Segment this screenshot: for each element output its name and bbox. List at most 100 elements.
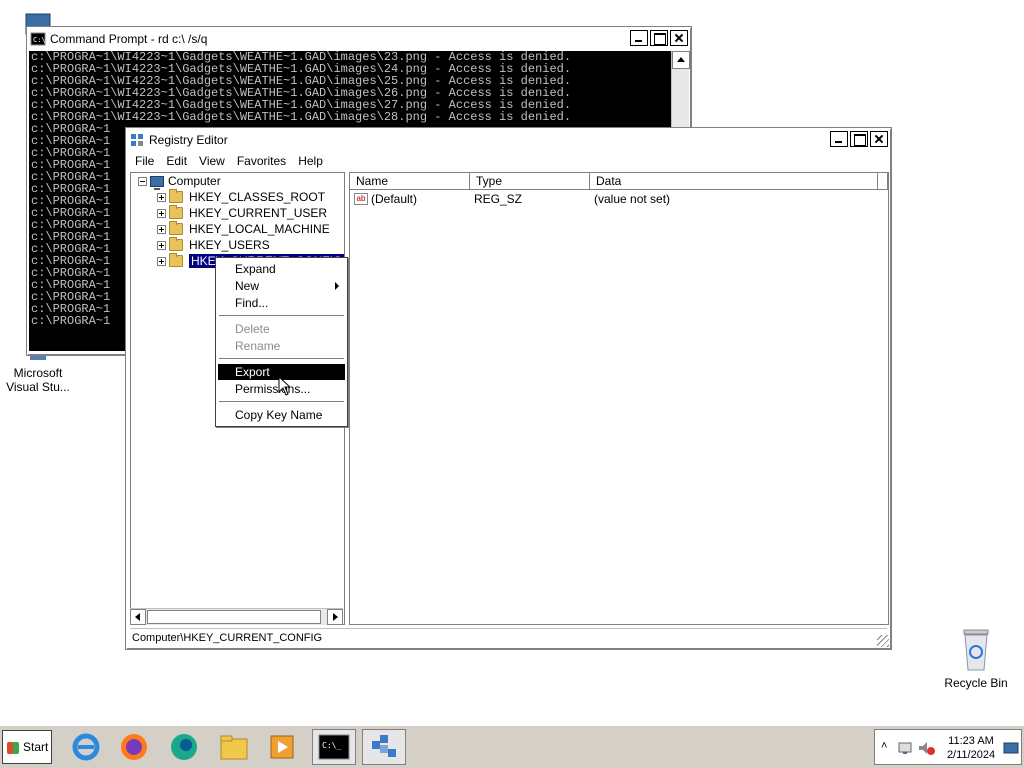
show-hidden-icons-icon[interactable]: ˄ xyxy=(881,740,887,752)
close-button[interactable] xyxy=(670,30,688,46)
desktop-icon-label: Microsoft Visual Stu... xyxy=(6,366,70,394)
system-tray: ˄ 11:23 AM 2/11/2024 xyxy=(874,729,1022,765)
maximize-button[interactable] xyxy=(850,131,868,147)
cmd-titlebar[interactable]: C:\ Command Prompt - rd c:\ /s/q xyxy=(30,30,688,48)
string-value-icon: ab xyxy=(354,193,368,205)
menu-bar: File Edit View Favorites Help xyxy=(129,151,888,171)
start-button[interactable]: Start xyxy=(2,730,52,764)
windows-logo-icon xyxy=(7,742,19,754)
menu-separator xyxy=(219,315,344,317)
context-menu: Expand New Find... Delete Rename Export … xyxy=(215,257,348,427)
menu-file[interactable]: File xyxy=(129,154,160,168)
tree-item-computer[interactable]: Computer xyxy=(138,173,221,190)
column-header-type[interactable]: Type xyxy=(470,173,590,190)
tree-item-hkey-current-user[interactable]: HKEY_CURRENT_USER xyxy=(157,205,327,221)
desktop-icon-label: Recycle Bin xyxy=(944,676,1008,690)
submenu-arrow-icon xyxy=(335,282,339,290)
scroll-up-arrow-icon[interactable] xyxy=(672,51,690,69)
menu-item-expand[interactable]: Expand xyxy=(218,261,345,277)
maximize-button[interactable] xyxy=(650,30,668,46)
clock[interactable]: 11:23 AM 2/11/2024 xyxy=(939,734,1003,762)
scroll-thumb[interactable] xyxy=(147,610,321,624)
expand-icon[interactable] xyxy=(157,256,166,266)
start-label: Start xyxy=(23,740,49,754)
folder-icon xyxy=(169,221,183,235)
command-prompt-icon: C:\_ xyxy=(318,734,350,760)
tree-item-label: HKEY_LOCAL_MACHINE xyxy=(189,222,330,236)
minimize-button[interactable] xyxy=(830,131,848,147)
volume-muted-icon[interactable] xyxy=(917,740,935,756)
tree-item-label: HKEY_USERS xyxy=(189,238,270,252)
taskbar-app-firefox[interactable] xyxy=(112,729,156,765)
svg-text:C:\_: C:\_ xyxy=(322,741,341,750)
cmd-icon: C:\ xyxy=(30,32,46,46)
show-desktop-icon[interactable] xyxy=(1003,740,1019,756)
regedit-icon xyxy=(131,134,143,146)
value-name: (Default) xyxy=(371,192,418,206)
regedit-titlebar[interactable]: Registry Editor xyxy=(129,131,888,149)
taskbar-app-command-prompt[interactable]: C:\_ xyxy=(312,729,356,765)
taskbar-app-internet-explorer[interactable] xyxy=(64,729,108,765)
menu-item-rename: Rename xyxy=(235,339,281,353)
expand-icon[interactable] xyxy=(157,240,166,250)
menu-separator xyxy=(219,358,344,360)
folder-icon xyxy=(169,253,183,267)
menu-view[interactable]: View xyxy=(193,154,231,168)
svg-text:C:\: C:\ xyxy=(33,36,46,44)
column-header-data[interactable]: Data xyxy=(590,173,878,190)
menu-item-delete: Delete xyxy=(235,322,270,336)
tree-item-hkey-local-machine[interactable]: HKEY_LOCAL_MACHINE xyxy=(157,221,330,237)
resize-grip-icon[interactable] xyxy=(877,635,889,647)
folder-icon xyxy=(169,189,183,203)
media-player-icon xyxy=(270,735,294,759)
firefox-icon xyxy=(121,734,147,760)
tree-item-label: HKEY_CLASSES_ROOT xyxy=(189,190,326,204)
clock-date: 2/11/2024 xyxy=(946,749,996,761)
tree-item-label: Computer xyxy=(168,174,221,188)
file-explorer-icon xyxy=(220,735,248,760)
tree-horizontal-scrollbar[interactable] xyxy=(130,608,343,625)
tree-item-label: HKEY_CURRENT_USER xyxy=(189,206,328,220)
computer-icon xyxy=(150,175,164,190)
values-list-pane[interactable]: Name Type Data ab (Default) REG_SZ (valu… xyxy=(349,172,889,625)
scroll-right-arrow-icon[interactable] xyxy=(327,609,343,625)
folder-icon xyxy=(169,205,183,219)
desktop-icon-recycle-bin[interactable]: Recycle Bin xyxy=(936,626,1016,690)
minimize-button[interactable] xyxy=(630,30,648,46)
registry-editor-icon xyxy=(372,735,396,757)
taskbar-app-file-explorer[interactable] xyxy=(212,729,256,765)
cmd-title: Command Prompt - rd c:\ /s/q xyxy=(50,32,208,46)
mouse-cursor-icon xyxy=(278,376,290,396)
taskbar-app-media-player[interactable] xyxy=(260,729,304,765)
menu-item-find[interactable]: Find... xyxy=(218,295,345,311)
expand-icon[interactable] xyxy=(157,224,166,234)
collapse-icon[interactable] xyxy=(138,176,147,186)
status-bar: Computer\HKEY_CURRENT_CONFIG xyxy=(130,628,887,646)
scroll-left-arrow-icon[interactable] xyxy=(130,609,146,625)
menu-item-copy-key-name[interactable]: Copy Key Name xyxy=(218,407,345,423)
taskbar: Start C:\_ ˄ 11:23 AM 2/11/2024 xyxy=(0,724,1024,768)
menu-favorites[interactable]: Favorites xyxy=(231,154,292,168)
tree-item-hkey-classes-root[interactable]: HKEY_CLASSES_ROOT xyxy=(157,189,325,205)
taskbar-app-edge[interactable] xyxy=(162,729,206,765)
menu-help[interactable]: Help xyxy=(292,154,329,168)
menu-separator xyxy=(219,401,344,403)
column-header-name[interactable]: Name xyxy=(350,173,470,190)
menu-edit[interactable]: Edit xyxy=(160,154,193,168)
edge-icon xyxy=(171,734,197,760)
network-icon[interactable] xyxy=(897,740,913,756)
value-data: (value not set) xyxy=(594,192,671,206)
clock-time: 11:23 AM xyxy=(948,735,994,747)
expand-icon[interactable] xyxy=(157,208,166,218)
menu-item-new[interactable]: New xyxy=(218,278,345,294)
console-line: c:\PROGRA~1\WI4223~1\Gadgets\WEATHE~1.GA… xyxy=(31,110,572,124)
menu-item-label: New xyxy=(235,279,260,293)
expand-icon[interactable] xyxy=(157,192,166,202)
column-header-filler xyxy=(878,173,888,190)
close-button[interactable] xyxy=(870,131,888,147)
tree-item-hkey-users[interactable]: HKEY_USERS xyxy=(157,237,270,253)
table-row[interactable]: ab (Default) REG_SZ (value not set) xyxy=(354,191,670,207)
recycle-bin-icon xyxy=(963,629,989,671)
folder-icon xyxy=(169,237,183,251)
taskbar-app-registry-editor[interactable] xyxy=(362,729,406,765)
